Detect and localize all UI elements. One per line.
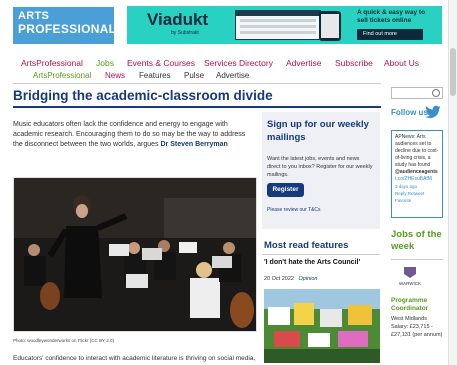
- photo-caption: Photo: woodleywonderworks on Flickr (CC …: [13, 338, 114, 343]
- job-salary: Salary: £23,715 - £27,131 (per annum): [391, 324, 443, 338]
- secondary-nav: ArtsProfessional News Features Pulse Adv…: [13, 71, 443, 83]
- ad-screenshot: [235, 10, 321, 40]
- logo-line-2: PROFESSIONAL: [18, 22, 117, 36]
- most-read-image[interactable]: [264, 289, 380, 363]
- subnav-features[interactable]: Features: [139, 71, 171, 80]
- headline-rule: [13, 106, 381, 108]
- warwick-logo-text: WARWICK: [399, 281, 421, 286]
- subnav-artsprofessional[interactable]: ArtsProfessional: [33, 71, 91, 80]
- search-input[interactable]: [391, 87, 443, 99]
- logo-line-1: ARTS: [18, 10, 50, 22]
- job-location: West Midlands: [391, 316, 427, 322]
- ad-cta-button[interactable]: Find out more: [357, 29, 423, 40]
- signup-heading: Sign up for our weekly mailings: [267, 119, 369, 143]
- tweet-actions[interactable]: Reply Retweet Favorite: [395, 190, 439, 204]
- subnav-news[interactable]: News: [105, 71, 125, 80]
- nav-artsprofessional[interactable]: ArtsProfessional: [21, 58, 83, 68]
- most-read-rule: [262, 254, 380, 255]
- most-read-meta: 20 Oct 2022 Opinion: [264, 276, 317, 282]
- ad-brand: Viadukt: [147, 10, 209, 29]
- most-read-category[interactable]: Opinion: [299, 276, 318, 282]
- twitter-bird-icon[interactable]: [424, 105, 442, 119]
- subnav-advertise[interactable]: Advertise: [216, 71, 249, 80]
- search-icon[interactable]: [432, 89, 440, 97]
- job-title[interactable]: Programme Coordinator: [391, 297, 445, 313]
- signup-text: Want the latest jobs, events and news di…: [267, 156, 373, 178]
- ad-phone-image: [319, 11, 341, 41]
- orchestra-photo: [13, 177, 257, 332]
- article-author[interactable]: Dr Steven Berryman: [160, 141, 227, 148]
- ad-tagline: A quick & easy way to sell tickets onlin…: [357, 9, 426, 24]
- most-read-heading: Most read features: [264, 240, 349, 251]
- protest-illustration: [264, 289, 380, 363]
- article-standfirst: Music educators often lack the confidenc…: [13, 120, 255, 150]
- newsletter-signup: Sign up for our weekly mailings Want the…: [262, 112, 380, 229]
- twitter-feed: APNews: Arts audiences set to decline du…: [391, 130, 443, 218]
- subnav-pulse[interactable]: Pulse: [184, 71, 204, 80]
- nav-about-us[interactable]: About Us: [384, 58, 419, 68]
- jobs-rule: [391, 259, 443, 260]
- follow-us-label: Follow us: [391, 108, 428, 118]
- warwick-crest-icon: WARWICK: [399, 267, 421, 286]
- article-headline: Bridging the academic-classroom divide: [13, 88, 273, 103]
- scrollbar-thumb[interactable]: [450, 48, 456, 96]
- register-button[interactable]: Register: [267, 183, 304, 197]
- scrollbar[interactable]: [448, 0, 457, 365]
- tweet-time: 3 days ago: [395, 184, 418, 189]
- orchestra-illustration: [14, 178, 256, 331]
- tweet-handle[interactable]: @audienceagents: [395, 169, 439, 176]
- site-logo[interactable]: ARTS PROFESSIONAL: [13, 7, 117, 44]
- most-read-date: 20 Oct 2022: [264, 276, 294, 282]
- ad-byline: by Substrakt: [171, 30, 199, 36]
- nav-divider: [13, 83, 381, 84]
- warwick-logo[interactable]: WARWICK: [398, 265, 422, 287]
- nav-events-courses[interactable]: Events & Courses: [127, 58, 195, 68]
- nav-advertise[interactable]: Advertise: [286, 58, 321, 68]
- article-body-start: Educators' confidence to interact with a…: [13, 355, 256, 362]
- nav-subscribe[interactable]: Subscribe: [335, 58, 373, 68]
- tweet-text: APNews: Arts audiences set to decline du…: [395, 134, 439, 168]
- banner-ad[interactable]: Viadukt by Substrakt A quick & easy way …: [127, 6, 442, 44]
- tbc-link[interactable]: Please review our T&Cs: [267, 207, 321, 213]
- tweet-link[interactable]: t.co/ZHEsuBAfM: [395, 176, 439, 183]
- job-meta: West Midlands Salary: £23,715 - £27,131 …: [391, 315, 445, 339]
- follow-us-text: Follow us: [391, 108, 428, 117]
- primary-nav: ArtsProfessional Jobs Events & Courses S…: [13, 58, 443, 70]
- nav-services-directory[interactable]: Services Directory: [204, 58, 273, 68]
- jobs-of-week-heading: Jobs of the week: [391, 229, 442, 252]
- most-read-title[interactable]: 'I don't hate the Arts Council': [264, 259, 360, 266]
- nav-jobs[interactable]: Jobs: [96, 58, 114, 68]
